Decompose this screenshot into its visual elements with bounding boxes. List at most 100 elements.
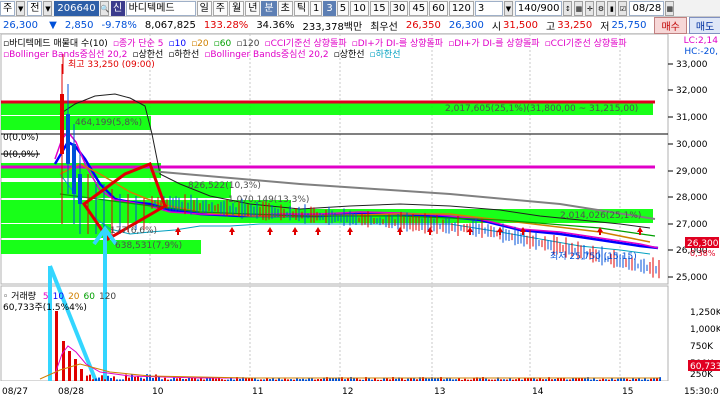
volume-bar [227, 379, 229, 381]
grid-icon[interactable]: ▦ [574, 0, 584, 16]
cross-icon[interactable]: ✛ [585, 0, 595, 16]
volume-bar [650, 378, 652, 381]
period-month-button[interactable]: 월 [229, 0, 245, 16]
indicator-legend-2: ▫Bollinger Bands중심선 20,2 ▫상한선 ▫하한선 ▫Bolling… [3, 47, 406, 60]
bar-icon[interactable]: ▮ [607, 0, 617, 16]
period-year-button[interactable]: 년 [245, 0, 261, 16]
volume-bar [407, 378, 409, 381]
interval-15-button[interactable]: 15 [369, 0, 389, 16]
interval-10-button[interactable]: 10 [350, 0, 369, 16]
chart-canvas[interactable]: 최고 33,250 (09:00) 최저 25,750 (15:15) 0(0,… [0, 33, 720, 419]
volume-bar [104, 379, 106, 381]
spin-icon[interactable]: ↕ [563, 0, 573, 16]
volume-bar [617, 378, 619, 381]
legend-item[interactable]: ▫DI+가 DI-를 상향돌파 [448, 39, 539, 49]
volume-bar [614, 379, 616, 381]
period-day-button[interactable]: 일 [196, 0, 212, 16]
count-total: 900 [540, 2, 560, 14]
volume-bar [299, 379, 301, 381]
interval-120-button[interactable]: 120 [448, 0, 474, 16]
volume-bar [371, 379, 373, 381]
price-tick-label: 27,000 [676, 220, 708, 230]
legend-item[interactable]: ▫상한선 [334, 50, 365, 60]
volume-bar [80, 369, 83, 381]
buy-button[interactable]: 매수 [654, 16, 687, 34]
zero-label-1: 0(0,0%) [3, 133, 39, 143]
volume-bar [533, 378, 535, 381]
sub-interval-select[interactable]: 3 [474, 0, 503, 16]
stock-chart[interactable]: 최고 33,250 (09:00) 최저 25,750 (15:15) 0(0,… [0, 33, 720, 419]
legend-item[interactable]: ▫하한선 [168, 50, 199, 60]
search-icon[interactable]: 🔍 [99, 0, 109, 16]
time-tick-label: 11 [252, 387, 263, 397]
volume-bar [377, 379, 379, 381]
settings-icon[interactable]: ⚙ [596, 0, 606, 16]
market-type-select[interactable]: 주 [0, 0, 16, 16]
chevron-down-icon[interactable]: ▼ [16, 0, 26, 16]
sell-button[interactable]: 매도 [688, 16, 720, 34]
volume-bar [224, 379, 226, 381]
period-week-button[interactable]: 주 [212, 0, 228, 16]
legend-item[interactable]: ▫Bollinger Bands중심선 20,2 [204, 50, 328, 60]
high-marker-label: 최고 33,250 (09:00) [68, 59, 155, 70]
volume-bar [116, 379, 118, 381]
volume-bar [314, 379, 316, 381]
interval-60-button[interactable]: 60 [429, 0, 448, 16]
interval-45-button[interactable]: 45 [409, 0, 429, 16]
volume-bar [128, 377, 130, 381]
top-toolbar: 주 ▼ 전 ▼ 206640 🔍 신 바디텍메드 일 주 월 년 분 초 틱 1… [0, 0, 720, 17]
trade-amount: 233,378백만 [302, 21, 363, 33]
volume-bar [590, 379, 592, 381]
volume-tick-label: 1,000K [690, 325, 720, 335]
chevron-down-icon[interactable]: ▼ [503, 0, 513, 16]
legend-item[interactable]: ▫하한선 [370, 50, 401, 60]
volume-tag-value: 60,733 [690, 362, 720, 372]
credit-badge: 신 [110, 0, 125, 16]
calendar-check-icon[interactable]: ☑ [618, 0, 628, 16]
interval-3-button[interactable]: 3 [323, 0, 336, 16]
vp-label-6: 177(6,6%) [110, 226, 157, 236]
time-tick-label: 14 [532, 387, 544, 397]
legend-item[interactable]: ▫Bollinger Bands중심선 20,2 [3, 50, 127, 60]
interval-5-button[interactable]: 5 [336, 0, 350, 16]
volume-bar [629, 379, 631, 381]
legend-item[interactable]: ▫상한선 [132, 50, 163, 60]
volume-bar [272, 378, 274, 381]
period-tick-button[interactable]: 틱 [293, 0, 310, 16]
jeon-select[interactable]: 전 [27, 0, 43, 16]
volume-bar [524, 378, 526, 381]
stock-code-input[interactable]: 206640 [54, 0, 99, 16]
volume-bar [542, 379, 544, 381]
volume-bar [461, 379, 463, 381]
period-second-button[interactable]: 초 [277, 0, 293, 16]
interval-30-button[interactable]: 30 [389, 0, 409, 16]
volume-bar [545, 379, 547, 381]
volume-bar [389, 379, 391, 381]
legend-item[interactable]: ▫CCI기준선 상향돌파 [545, 39, 627, 49]
calendar-icon[interactable]: ▦ [665, 0, 675, 16]
volume-bar [215, 378, 217, 381]
volume-bar [182, 378, 184, 381]
count-input[interactable]: 140/900 [514, 0, 563, 16]
volume-bar [143, 378, 145, 381]
buy-signal-stem [469, 231, 471, 235]
volume-bar [512, 379, 514, 381]
volume-bar [653, 378, 655, 381]
volume-bar [113, 376, 115, 381]
buy-signal-stem [231, 231, 233, 235]
interval-1-button[interactable]: 1 [310, 0, 323, 16]
date-input[interactable]: 08/28 [629, 0, 665, 16]
best-ask: 26,350 [405, 19, 441, 31]
volume-tick-label: 750K [690, 342, 714, 352]
open-price: 31,500 [503, 19, 539, 31]
volume-bar [203, 379, 205, 381]
period-minute-button[interactable]: 분 [261, 0, 277, 16]
volume-bar [530, 378, 532, 381]
volume-bar [170, 379, 172, 381]
chevron-down-icon[interactable]: ▼ [43, 0, 53, 16]
volume-bar [626, 378, 628, 381]
volume-bar [152, 377, 154, 381]
volume-bar [515, 379, 517, 381]
volume-bar [347, 378, 349, 381]
volume-bar [449, 378, 451, 381]
